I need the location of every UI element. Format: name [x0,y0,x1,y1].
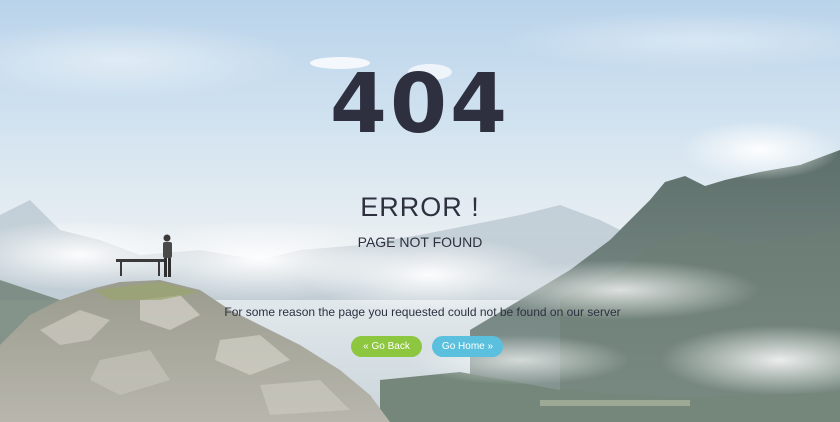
go-home-button[interactable]: Go Home » [432,336,503,357]
error-message: For some reason the page you requested c… [224,305,621,319]
error-page: 404 ERROR ! PAGE NOT FOUND For some reas… [0,0,840,422]
go-back-button[interactable]: « Go Back [351,336,422,357]
page-not-found-subtitle: PAGE NOT FOUND [357,234,483,250]
error-title: ERROR ! [360,192,480,222]
error-code: 404 [329,57,511,152]
